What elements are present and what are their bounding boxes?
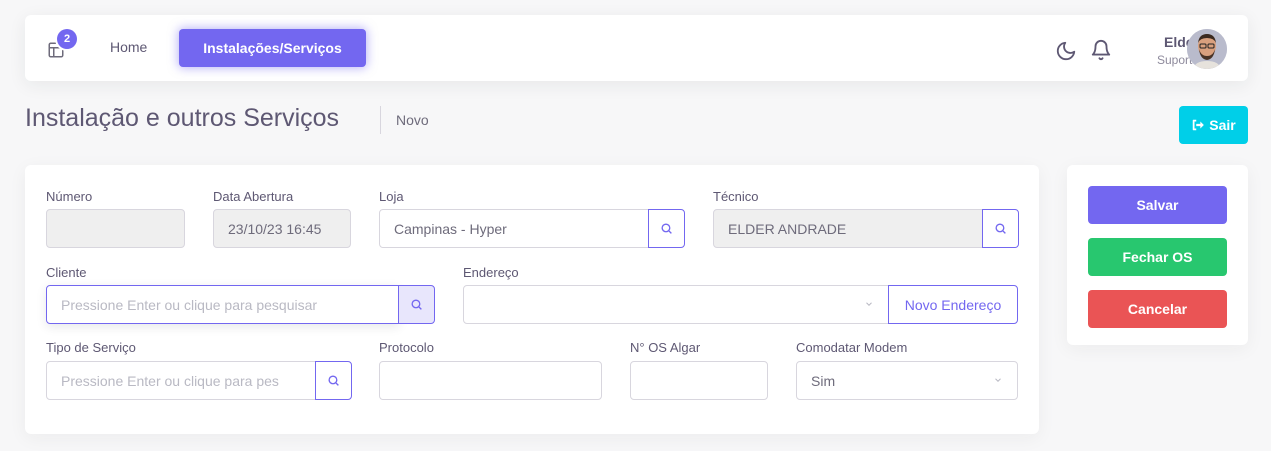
endereco-select[interactable] bbox=[463, 285, 889, 324]
nav-home-link[interactable]: Home bbox=[110, 39, 147, 55]
chevron-down-icon bbox=[995, 378, 1001, 382]
tipo-servico-search-button[interactable] bbox=[315, 361, 352, 400]
tipo-servico-label: Tipo de Serviço bbox=[46, 340, 136, 355]
chevron-down-icon bbox=[866, 302, 872, 306]
cliente-label: Cliente bbox=[46, 265, 87, 280]
search-icon bbox=[411, 299, 422, 310]
tecnico-label: Técnico bbox=[713, 189, 759, 204]
bell-icon[interactable] bbox=[1090, 39, 1112, 61]
avatar-image bbox=[1187, 29, 1227, 69]
save-button[interactable]: Salvar bbox=[1088, 186, 1227, 224]
numero-label: Número bbox=[46, 189, 93, 204]
tecnico-search-button[interactable] bbox=[982, 209, 1019, 248]
cliente-search-input[interactable]: Pressione Enter ou clique para pesquisar bbox=[46, 285, 399, 324]
tecnico-input: ELDER ANDRADE bbox=[713, 209, 983, 248]
page-title: Instalação e outros Serviços bbox=[25, 104, 340, 132]
sign-out-icon bbox=[1193, 119, 1205, 131]
service-form-card: Número Data Abertura 23/10/23 16:45 Loja… bbox=[25, 165, 1039, 434]
numero-input bbox=[46, 209, 185, 248]
search-icon bbox=[661, 223, 672, 234]
search-icon bbox=[995, 223, 1006, 234]
breadcrumb: Novo bbox=[396, 112, 429, 128]
search-icon bbox=[328, 375, 339, 386]
exit-button-label: Sair bbox=[1209, 117, 1236, 133]
loja-input[interactable]: Campinas - Hyper bbox=[379, 209, 649, 248]
os-algar-input[interactable] bbox=[630, 361, 768, 400]
cancel-button[interactable]: Cancelar bbox=[1088, 290, 1227, 328]
title-divider bbox=[380, 106, 381, 134]
tipo-servico-input[interactable]: Pressione Enter ou clique para pes bbox=[46, 361, 316, 400]
os-algar-label: N° OS Algar bbox=[630, 340, 701, 355]
exit-button[interactable]: Sair bbox=[1179, 106, 1248, 144]
top-navbar: 2 Home Instalações/Serviços Elder Suport… bbox=[25, 15, 1248, 81]
endereco-label: Endereço bbox=[463, 265, 519, 280]
protocolo-label: Protocolo bbox=[379, 340, 434, 355]
notification-count-badge: 2 bbox=[57, 29, 77, 49]
loja-label: Loja bbox=[379, 189, 404, 204]
cliente-search-button[interactable] bbox=[398, 285, 435, 324]
moon-icon[interactable] bbox=[1055, 40, 1077, 62]
avatar[interactable] bbox=[1187, 29, 1227, 69]
comodato-label: Comodatar Modem bbox=[796, 340, 908, 355]
close-os-button[interactable]: Fechar OS bbox=[1088, 238, 1227, 276]
tipo-servico-placeholder: Pressione Enter ou clique para pes bbox=[61, 372, 279, 389]
comodato-select[interactable]: Sim bbox=[796, 361, 1018, 400]
comodato-value: Sim bbox=[811, 372, 836, 389]
protocolo-input[interactable] bbox=[379, 361, 602, 400]
data-abertura-input: 23/10/23 16:45 bbox=[213, 209, 351, 248]
cliente-placeholder: Pressione Enter ou clique para pesquisar bbox=[61, 296, 318, 313]
actions-card: Salvar Fechar OS Cancelar bbox=[1067, 165, 1248, 345]
loja-search-button[interactable] bbox=[648, 209, 685, 248]
novo-endereco-button[interactable]: Novo Endereço bbox=[888, 285, 1018, 324]
data-abertura-label: Data Abertura bbox=[213, 189, 294, 204]
nav-installations-link[interactable]: Instalações/Serviços bbox=[179, 29, 366, 67]
